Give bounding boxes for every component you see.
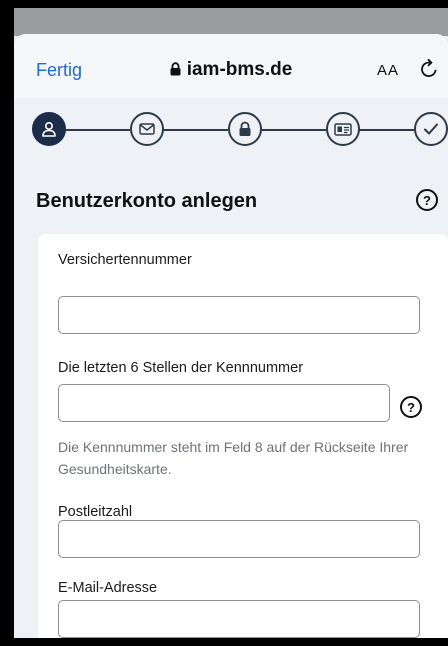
step-connector [162, 129, 228, 131]
step-account [32, 112, 66, 146]
id-digits-label: Die letzten 6 Stellen der Kennnummer [58, 360, 304, 376]
id-digits-hint: Die Kennnummer steht im Feld 8 auf der R… [58, 439, 409, 477]
help-icon: ? [416, 189, 438, 211]
user-icon [42, 121, 56, 137]
id-digits-help-button[interactable]: ? [400, 396, 422, 418]
step-email [130, 112, 164, 146]
text-size-button[interactable]: AA [377, 62, 399, 79]
step-connector [358, 129, 414, 131]
registration-form: Versichertennummer Die letzten 6 Stellen… [38, 234, 448, 638]
help-icon: ? [400, 396, 422, 418]
lock-icon [170, 62, 181, 76]
step-done [414, 112, 448, 146]
device-frame: Fertig iam-bms.de AA Benutzerkonto anleg… [14, 8, 448, 638]
step-id-card [326, 112, 360, 146]
postal-code-input[interactable] [58, 520, 420, 558]
insurance-number-label: Versichertennummer [58, 252, 192, 268]
step-password [228, 112, 262, 146]
help-button[interactable]: ? [416, 189, 438, 211]
envelope-icon [139, 123, 155, 135]
reload-icon[interactable] [418, 58, 440, 80]
email-label: E-Mail-Adresse [58, 580, 158, 596]
step-connector [64, 129, 130, 131]
page-title: Benutzerkonto anlegen [36, 190, 258, 212]
url-text: iam-bms.de [186, 59, 293, 80]
insurance-number-input[interactable] [58, 296, 420, 334]
browser-toolbar: Fertig iam-bms.de AA [14, 34, 448, 98]
registration-progress [14, 108, 448, 152]
email-input[interactable] [58, 600, 420, 638]
postal-code-label: Postleitzahl [58, 504, 133, 520]
background-dimmed-page [14, 8, 448, 36]
step-connector [260, 129, 326, 131]
lock-icon [239, 121, 251, 136]
checkmark-icon [424, 123, 438, 135]
id-card-icon [334, 122, 352, 136]
id-digits-input[interactable] [58, 384, 390, 422]
